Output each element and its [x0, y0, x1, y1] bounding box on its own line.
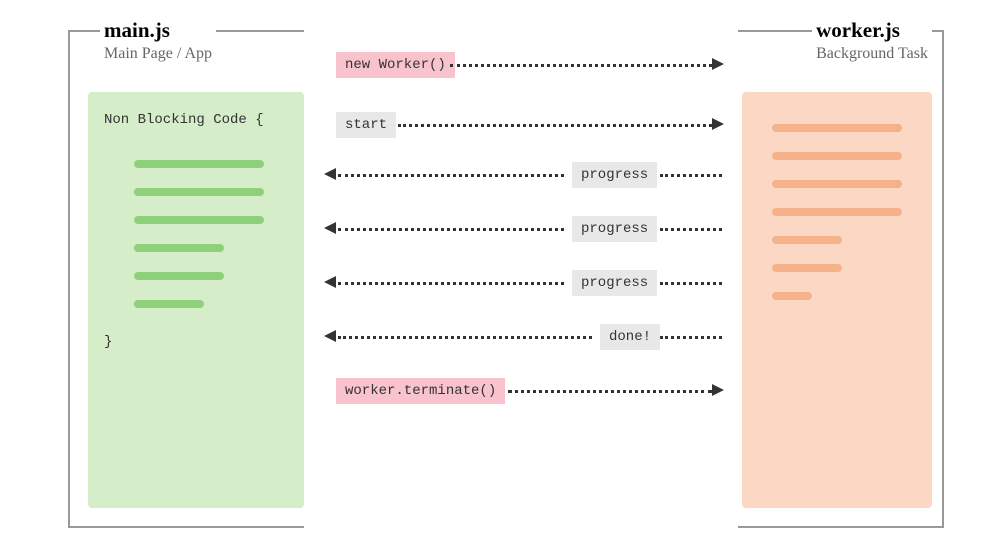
code-brace-close: }	[104, 334, 112, 350]
msg-progress: progress	[572, 270, 657, 296]
msg-new-worker: new Worker()	[336, 52, 455, 78]
arrow-left-icon	[324, 276, 336, 288]
arrow-left-icon	[324, 330, 336, 342]
code-line	[772, 264, 842, 272]
code-line	[134, 272, 224, 280]
code-label-nonblocking: Non Blocking Code {	[104, 112, 264, 128]
arrow-line	[660, 336, 722, 339]
arrow-line	[450, 64, 712, 67]
code-line	[772, 292, 812, 300]
arrow-line	[660, 228, 722, 231]
arrow-line	[338, 228, 564, 231]
title-worker: worker.js	[816, 18, 928, 43]
arrow-line	[338, 282, 564, 285]
code-line	[134, 216, 264, 224]
msg-progress: progress	[572, 162, 657, 188]
code-line	[134, 160, 264, 168]
code-line	[772, 208, 902, 216]
subtitle-main: Main Page / App	[104, 45, 212, 63]
code-line	[134, 188, 264, 196]
arrow-right-icon	[712, 58, 724, 70]
code-line	[772, 180, 902, 188]
code-line	[772, 124, 902, 132]
arrow-line	[398, 124, 712, 127]
arrow-left-icon	[324, 222, 336, 234]
code-line	[134, 244, 224, 252]
subtitle-worker: Background Task	[816, 45, 928, 63]
arrow-right-icon	[712, 118, 724, 130]
arrow-line	[660, 174, 722, 177]
msg-done: done!	[600, 324, 660, 350]
msg-terminate: worker.terminate()	[336, 378, 505, 404]
msg-progress: progress	[572, 216, 657, 242]
arrow-left-icon	[324, 168, 336, 180]
msg-start: start	[336, 112, 396, 138]
arrow-line	[338, 336, 592, 339]
title-block-main: main.js Main Page / App	[100, 18, 216, 63]
arrow-right-icon	[712, 384, 724, 396]
code-line	[134, 300, 204, 308]
arrow-line	[508, 390, 712, 393]
code-line	[772, 152, 902, 160]
title-block-worker: worker.js Background Task	[812, 18, 932, 63]
title-main: main.js	[104, 18, 212, 43]
arrow-line	[338, 174, 564, 177]
arrow-line	[660, 282, 722, 285]
code-line	[772, 236, 842, 244]
